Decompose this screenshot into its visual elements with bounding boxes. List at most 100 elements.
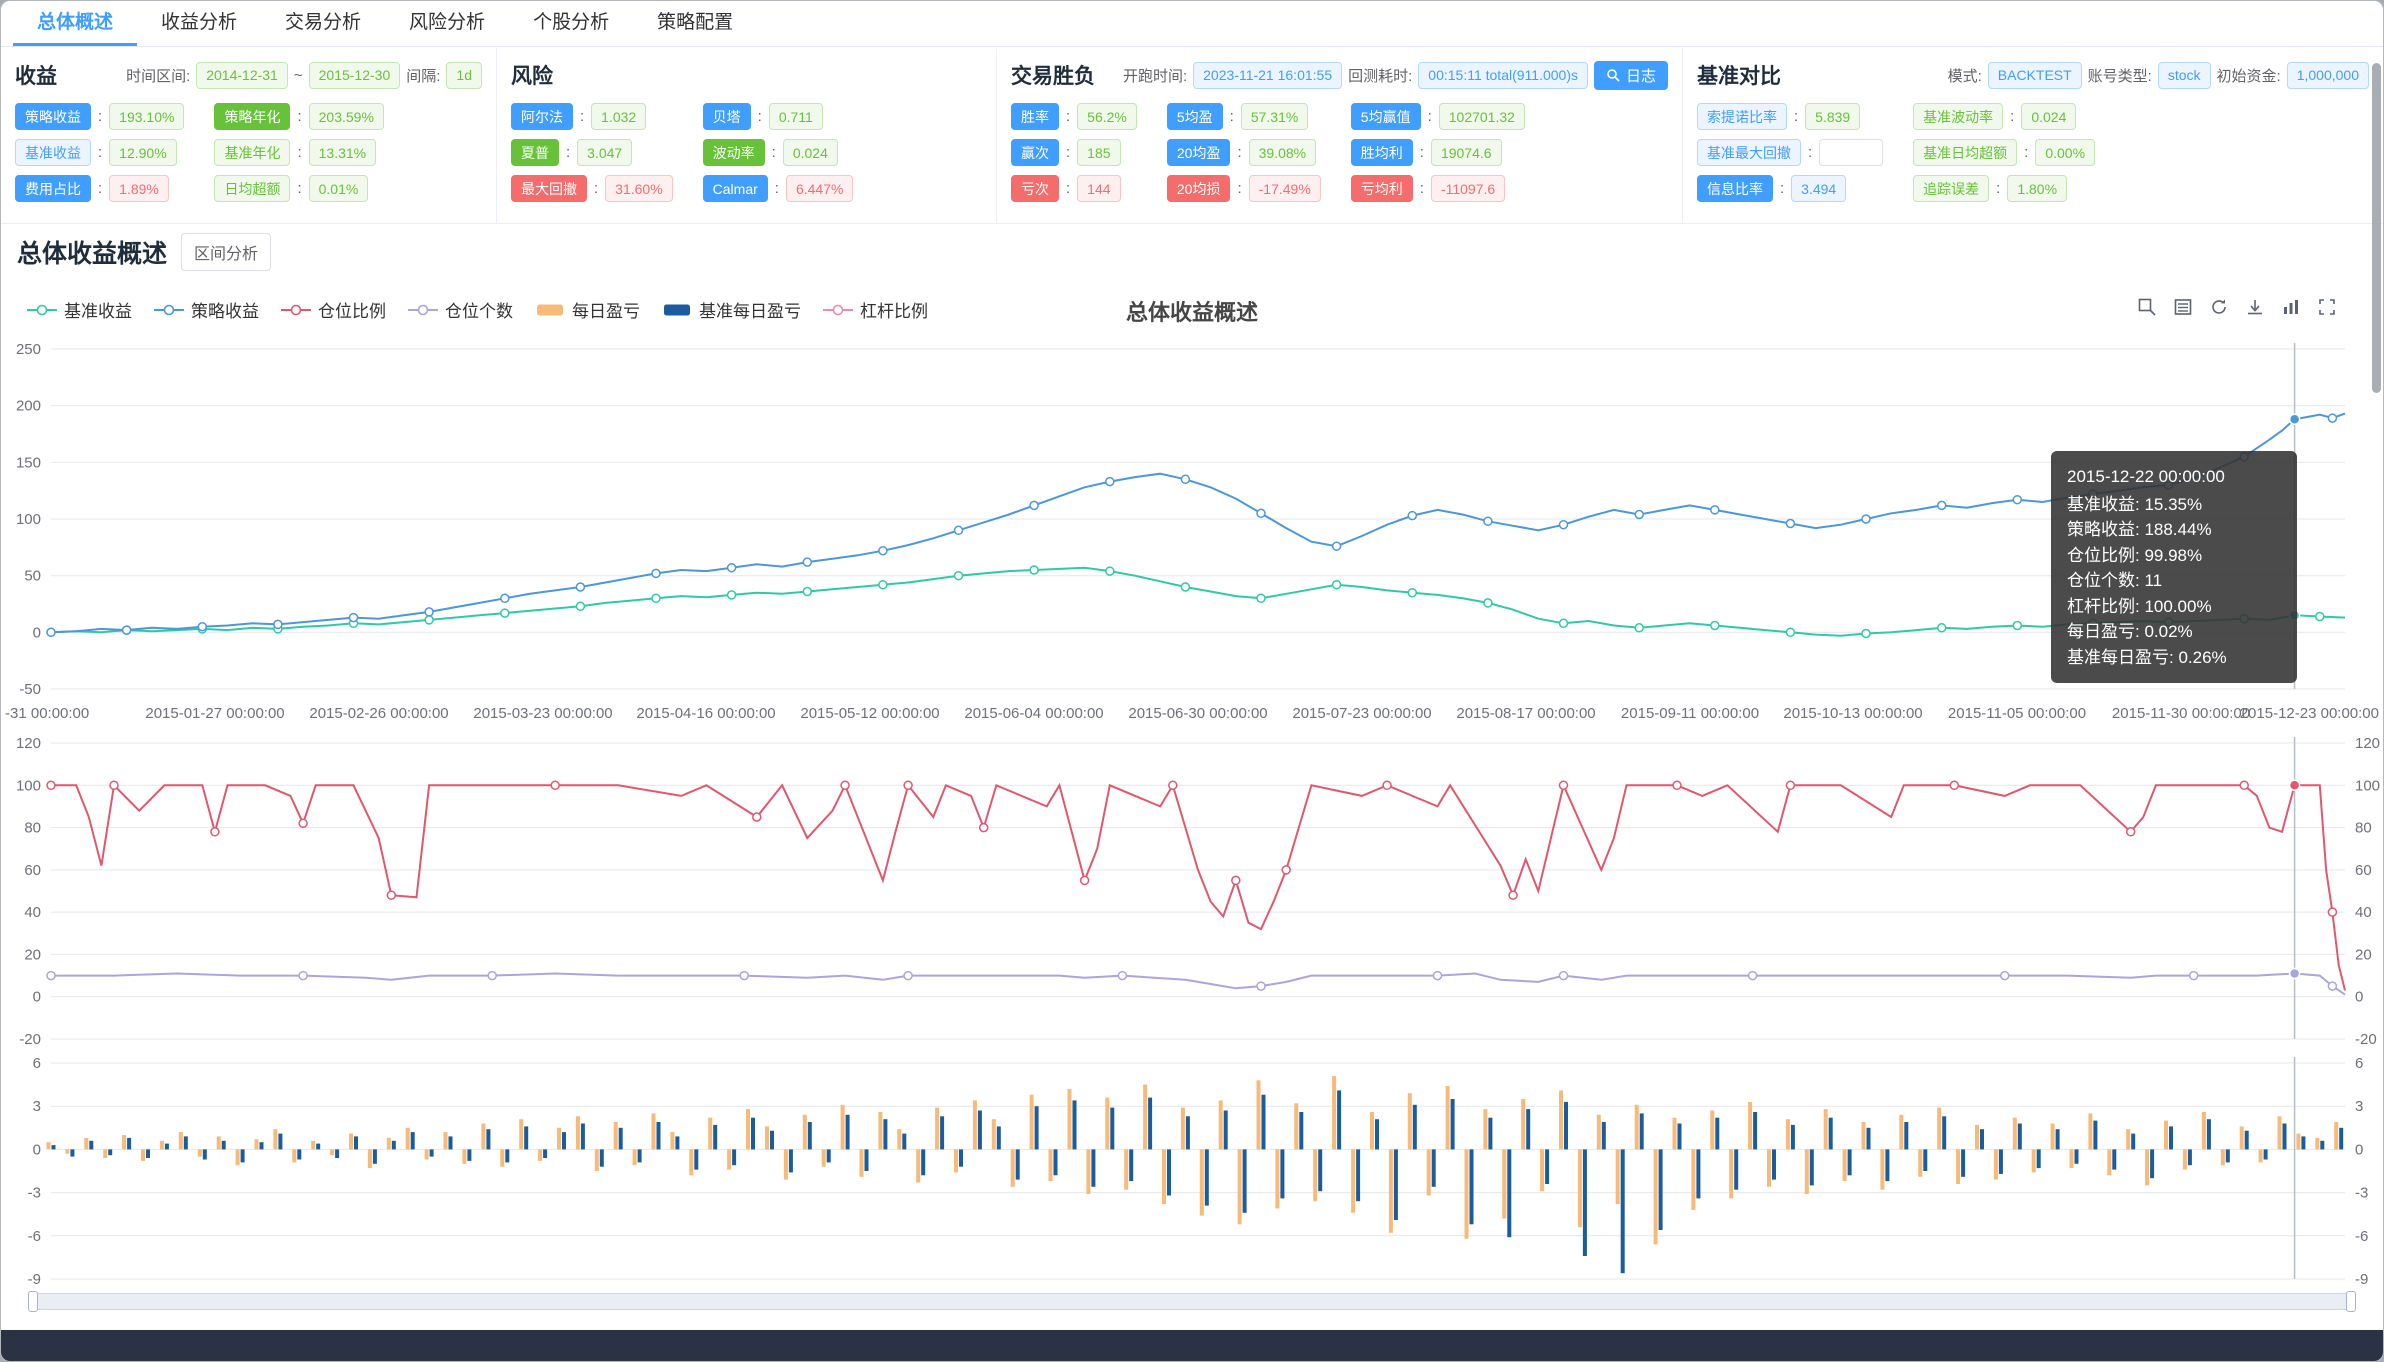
svg-text:3: 3 [2355,1098,2363,1115]
colon: : [594,180,598,197]
svg-text:-9: -9 [28,1271,41,1288]
svg-text:-6: -6 [2355,1228,2368,1245]
search-icon [1606,68,1620,82]
metric-row: 策略收益:193.10% [15,103,184,130]
data-zoom-slider[interactable] [29,1293,2355,1310]
svg-text:3: 3 [33,1098,41,1115]
data-view-icon[interactable] [2173,297,2193,322]
metric-value: 5.839 [1805,103,1860,130]
legend-label: 每日盈亏 [572,297,640,322]
position-ratio-chart[interactable]: 120120100100808060604040202000-20-20 [1,733,2383,1049]
control-value-tag[interactable]: BACKTEST [1988,62,2082,89]
colon: : [1066,108,1070,125]
legend-benchmark-daily-pnl[interactable]: 基准每日盈亏 [662,297,801,322]
legend-strategy-return[interactable]: 策略收益 [154,297,259,322]
tab-bar: 总体概述收益分析交易分析风险分析个股分析策略配置 [1,1,2383,47]
metric-row: 5均赢值:102701.32 [1351,103,1525,130]
tab-strategy-config[interactable]: 策略配置 [633,1,757,46]
metric-row: 亏均利:-11097.6 [1351,175,1525,202]
metric-row: 亏次:144 [1011,175,1137,202]
metric-row: 夏普:3.047 [511,139,673,166]
legend-benchmark-return[interactable]: 基准收益 [27,297,132,322]
data-zoom-handle-right[interactable] [2346,1291,2356,1312]
control-value-tag[interactable]: 2014-12-31 [196,62,288,89]
metric-row: 最大回撤:31.60% [511,175,673,202]
metric-label: 策略年化 [214,103,290,130]
legend-daily-pnl[interactable]: 每日盈亏 [535,297,640,322]
panel-trades: 交易胜负开跑时间:2023-11-21 16:01:55回测耗时:00:15:1… [997,48,1683,223]
leverage-ratio-marker-icon [823,303,853,317]
log-button[interactable]: 日志 [1594,61,1668,90]
colon: : [2010,108,2014,125]
panel-returns: 收益时间区间:2014-12-31~2015-12-30间隔:1d策略收益:19… [1,48,497,223]
metric-label: 贝塔 [703,103,751,130]
tooltip-row: 仓位个数: 11 [2067,568,2281,594]
metric-value: 1.80% [2007,175,2067,202]
control-value-tag[interactable]: 2015-12-30 [309,62,401,89]
legend-position-count[interactable]: 仓位个数 [408,297,513,322]
colon: : [1996,180,2000,197]
panel-title-benchmark: 基准对比 [1697,60,1781,90]
panel-benchmark: 基准对比模式:BACKTEST账号类型:stock初始资金:1,000,000索… [1683,48,2383,223]
metric-value: 185 [1077,139,1120,166]
data-zoom-icon[interactable] [2137,297,2157,322]
metric-row: 索提诺比率:5.839 [1697,103,1883,130]
control-value-tag[interactable]: 1d [446,62,482,89]
x-tick-label: 2015-10-13 00:00:00 [1783,705,1922,722]
tab-return-analysis[interactable]: 收益分析 [137,1,261,46]
vertical-scrollbar-thumb[interactable] [2372,63,2381,393]
metric-row: 基准年化:13.31% [214,139,383,166]
metric-row: 基准日均超额:0.00% [1913,139,2095,166]
x-tick-label: -31 00:00:00 [5,705,89,722]
daily-pnl-chart[interactable]: 663300-3-3-6-6-9-9 [1,1053,2383,1289]
panel-title-returns: 收益 [15,60,57,90]
legend-label: 杠杆比例 [860,297,928,322]
magic-type-icon[interactable] [2281,297,2301,322]
metric-label: 信息比率 [1697,175,1773,202]
svg-text:-20: -20 [19,1031,41,1048]
data-zoom-handle-left[interactable] [28,1291,38,1312]
restore-icon[interactable] [2209,297,2229,322]
control-label: 回测耗时: [1348,65,1412,86]
benchmark-return-marker-icon [27,303,57,317]
tab-overview[interactable]: 总体概述 [13,1,137,46]
interval-analysis-button[interactable]: 区间分析 [181,233,271,271]
colon: : [758,108,762,125]
control-value-tag[interactable]: 00:15:11 total(911.000)s [1418,62,1588,89]
svg-text:40: 40 [2355,904,2372,921]
legend-position-ratio[interactable]: 仓位比例 [281,297,386,322]
tab-risk-analysis[interactable]: 风险分析 [385,1,509,46]
x-tick-label: 2015-06-30 00:00:00 [1128,705,1267,722]
legend-leverage-ratio[interactable]: 杠杆比例 [823,297,928,322]
main-returns-chart[interactable]: 250200150100500-50 [1,333,2383,707]
metric-label: 胜率 [1011,103,1059,130]
save-image-icon[interactable] [2245,297,2265,322]
control-value-tag[interactable]: 1,000,000 [2287,62,2369,89]
colon: : [772,144,776,161]
svg-text:100: 100 [16,511,41,528]
metric-value [1819,139,1883,166]
control-value-tag[interactable]: stock [2158,62,2211,89]
tab-stock-analysis[interactable]: 个股分析 [509,1,633,46]
metric-value: 19074.6 [1431,139,1502,166]
metric-value: 31.60% [605,175,672,202]
svg-text:200: 200 [16,398,41,415]
metric-label: 日均超额 [214,175,290,202]
control-value-tag[interactable]: 2023-11-21 16:01:55 [1193,62,1342,89]
legend-label: 基准收益 [64,297,132,322]
svg-text:-6: -6 [28,1228,41,1245]
colon: : [1237,180,1241,197]
metric-row: 策略年化:203.59% [214,103,383,130]
metric-row: 日均超额:0.01% [214,175,383,202]
colon: : [1066,144,1070,161]
tab-trade-analysis[interactable]: 交易分析 [261,1,385,46]
tooltip-rows: 基准收益: 15.35%策略收益: 188.44%仓位比例: 99.98%仓位个… [2067,492,2281,671]
colon: : [1428,108,1432,125]
metric-label: 5均盈 [1167,103,1223,130]
colon: : [1230,108,1234,125]
fullscreen-icon[interactable] [2317,297,2337,322]
metric-value: 1.89% [109,175,169,202]
tooltip-row: 仓位比例: 99.98% [2067,543,2281,569]
chart-area: 基准收益策略收益仓位比例仓位个数每日盈亏基准每日盈亏杠杆比例 总体收益概述 25… [1,283,2383,1313]
svg-text:60: 60 [24,862,41,879]
